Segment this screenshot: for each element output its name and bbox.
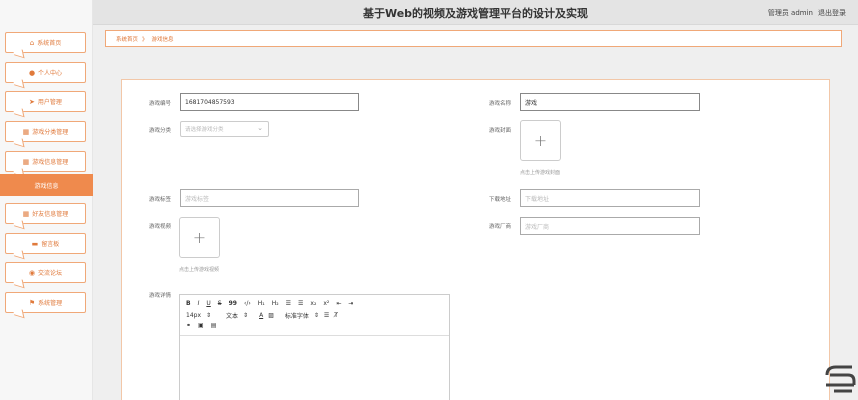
sidebar-item-friends[interactable]: ▦ 好友信息管理 [5, 203, 86, 224]
editor-toolbar-row-1: B I U S 99 ‹/› H₁ H₂ ☰ ☰ x₂ x² ⇤ ⇥ [186, 300, 353, 307]
plus-icon: + [533, 131, 548, 150]
underline-button[interactable]: U [206, 300, 210, 307]
plus-icon: + [192, 228, 207, 247]
sidebar-subitem-active[interactable]: 游戏信息 [0, 174, 93, 196]
sidebar-item-label: 用户管理 [37, 99, 62, 106]
tags-label: 游戏标签 [149, 197, 172, 203]
detail-label: 游戏详情 [149, 293, 172, 299]
font-size-select[interactable]: 14px [186, 312, 201, 319]
category-label: 游戏分类 [149, 128, 172, 134]
sidebar-item-label: 交流论坛 [38, 270, 63, 277]
sidebar-item-profile[interactable]: ● 个人中心 [5, 62, 86, 83]
font-family-chevron-icon: ⇕ [313, 312, 319, 319]
logout-link[interactable]: 退出登录 [818, 8, 846, 18]
align-icon[interactable]: ☰ [324, 312, 329, 319]
blockquote-button[interactable]: 99 [229, 300, 237, 307]
sidebar-item-game-info[interactable]: ▦ 游戏信息管理 [5, 151, 86, 172]
breadcrumb-home[interactable]: 系统首页 [116, 35, 138, 43]
sidebar-item-home[interactable]: ⌂ 系统首页 [5, 32, 86, 53]
category-select-placeholder: 请选择游戏分类 [185, 127, 224, 133]
video-upload-hint: 点击上传游戏视频 [179, 267, 220, 273]
home-icon: ⌂ [29, 38, 35, 47]
sidebar-item-users[interactable]: ➤ 用户管理 [5, 91, 86, 112]
top-header: 基于Web的视频及游戏管理平台的设计及实现 管理员 admin 退出登录 [93, 0, 858, 25]
sidebar-item-label: 系统管理 [38, 300, 63, 307]
header-1-button[interactable]: H₁ [258, 300, 265, 307]
editor-toolbar-row-3: ⚭ ▣ ▤ [186, 322, 216, 329]
watermark-icon [825, 365, 856, 393]
header-user-area: 管理员 admin 退出登录 [768, 8, 846, 18]
sidebar-item-message-board[interactable]: ▬ 留言板 [5, 233, 86, 254]
ordered-list-button[interactable]: ☰ [286, 300, 291, 307]
video-upload-button[interactable]: + [179, 217, 220, 258]
editor-divider [180, 335, 449, 336]
bullet-list-button[interactable]: ☰ [298, 300, 303, 307]
bold-button[interactable]: B [186, 300, 191, 307]
subscript-button[interactable]: x₂ [310, 300, 316, 307]
video-icon[interactable]: ▤ [211, 322, 217, 329]
flag-icon: ⚑ [28, 298, 36, 307]
indent-button[interactable]: ⇥ [348, 300, 353, 307]
current-user: 管理员 admin [767, 9, 813, 17]
text-type-chevron-icon: ⇕ [243, 312, 249, 319]
editor-toolbar-row-2: 14px ⇕ 文本 ⇕ A ▨ 标准字体 ⇕ ☰ T̸ [186, 311, 338, 320]
cover-upload-button[interactable]: + [520, 120, 561, 161]
grid-icon: ▦ [22, 127, 30, 136]
italic-button[interactable]: I [198, 300, 200, 307]
download-label: 下载地址 [489, 197, 512, 203]
category-select[interactable]: 请选择游戏分类 ⌄ [180, 121, 269, 137]
image-icon[interactable]: ▣ [198, 322, 204, 329]
breadcrumb-current: 游戏信息 [151, 36, 174, 43]
code-block-button[interactable]: ‹/› [244, 300, 251, 307]
message-icon: ▬ [31, 239, 39, 248]
sidebar-item-system[interactable]: ⚑ 系统管理 [5, 292, 86, 313]
download-input[interactable]: 下载地址 [520, 189, 700, 207]
cover-upload-hint: 点击上传游戏封面 [520, 170, 561, 176]
forum-icon: ◉ [28, 268, 36, 277]
cover-label: 游戏封面 [489, 128, 512, 134]
link-icon[interactable]: ⚭ [186, 322, 191, 329]
page-title: 基于Web的视频及游戏管理平台的设计及实现 [362, 7, 589, 20]
vendor-input[interactable]: 游戏厂商 [520, 217, 700, 235]
text-type-select[interactable]: 文本 [226, 311, 238, 320]
superscript-button[interactable]: x² [323, 300, 329, 307]
breadcrumb: 系统首页 》 游戏信息 [105, 30, 842, 47]
sidebar-item-label: 游戏分类管理 [32, 129, 69, 136]
font-family-select[interactable]: 标准字体 [285, 311, 309, 320]
outdent-button[interactable]: ⇤ [336, 300, 341, 307]
game-name-label: 游戏名称 [489, 101, 512, 107]
strike-button[interactable]: S [218, 300, 222, 307]
sidebar: ⌂ 系统首页 ● 个人中心 ➤ 用户管理 ▦ 游戏分类管理 ▦ 游戏信息管理 游… [0, 0, 93, 400]
breadcrumb-separator: 》 [142, 36, 148, 43]
rich-text-editor[interactable]: B I U S 99 ‹/› H₁ H₂ ☰ ☰ x₂ x² ⇤ ⇥ 14px … [179, 294, 450, 400]
sidebar-item-label: 个人中心 [38, 70, 63, 77]
grid-icon: ▦ [22, 209, 30, 218]
background-color-icon[interactable]: ▨ [268, 312, 274, 319]
send-icon: ➤ [29, 97, 35, 106]
user-icon: ● [28, 68, 36, 77]
game-no-input[interactable]: 1681704857593 [180, 93, 359, 111]
game-name-input[interactable]: 游戏 [520, 93, 700, 111]
sidebar-item-label: 留言板 [41, 241, 60, 248]
chevron-down-icon: ⌄ [257, 124, 263, 132]
sidebar-item-forum[interactable]: ◉ 交流论坛 [5, 262, 86, 283]
video-label: 游戏视频 [149, 224, 172, 230]
grid-icon: ▦ [22, 157, 30, 166]
vendor-label: 游戏厂商 [489, 224, 512, 230]
font-size-chevron-icon: ⇕ [206, 312, 212, 319]
header-2-button[interactable]: H₂ [272, 300, 279, 307]
sidebar-item-game-category[interactable]: ▦ 游戏分类管理 [5, 121, 86, 142]
tags-input[interactable]: 游戏标签 [180, 189, 359, 207]
sidebar-item-label: 游戏信息管理 [32, 159, 69, 166]
sidebar-item-label: 好友信息管理 [32, 211, 69, 218]
sidebar-item-label: 系统首页 [37, 40, 62, 47]
game-no-label: 游戏编号 [149, 101, 172, 107]
clear-format-icon[interactable]: T̸ [334, 312, 338, 319]
font-color-icon[interactable]: A [259, 312, 263, 319]
